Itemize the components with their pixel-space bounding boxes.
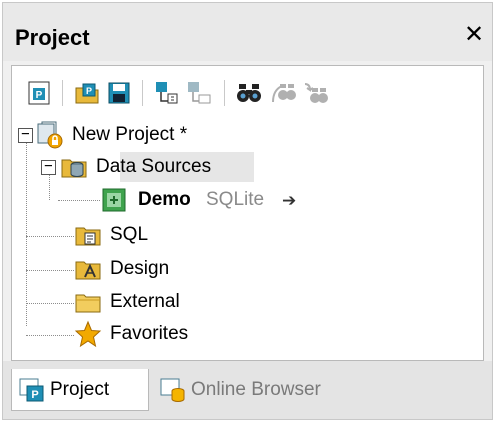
project-tree: − New Project * − Data Sources Demo SQLi… [12, 116, 483, 356]
replace-icon[interactable] [302, 80, 328, 106]
database-connection-icon [100, 186, 128, 214]
collapse-icon[interactable]: − [41, 159, 56, 175]
data-folder-icon [60, 153, 88, 181]
go-to-connection-icon[interactable]: ➔ [282, 191, 296, 211]
find-icon[interactable] [236, 80, 262, 106]
tree-label-external: External [110, 291, 180, 312]
tab-online-browser[interactable]: Online Browser [153, 369, 373, 411]
tree-node-design[interactable]: Design [12, 253, 482, 285]
tab-label-online-browser: Online Browser [191, 379, 321, 400]
tree-node-demo[interactable]: Demo SQLite ➔ [12, 184, 482, 216]
tree-node-root[interactable]: − New Project * [12, 120, 482, 152]
open-project-icon[interactable]: P [74, 80, 100, 106]
new-project-icon[interactable]: P [26, 80, 52, 106]
panel-titlebar: Project ✕ [3, 3, 492, 61]
tree-node-favorites[interactable]: Favorites [12, 318, 482, 350]
tree-label-demo: Demo [138, 189, 191, 210]
find-next-icon[interactable] [270, 80, 296, 106]
project-icon [36, 121, 64, 149]
project-tree-area: P P − New Project * − Data Sources Demo … [11, 65, 484, 361]
panel-tabs: P Project Online Browser [3, 361, 492, 419]
folder-icon [74, 288, 102, 316]
project-panel: Project ✕ P P − New Project * − Data Sou… [2, 2, 493, 420]
tree-label-data-sources: Data Sources [96, 156, 212, 177]
save-project-icon[interactable] [106, 80, 132, 106]
tree-sublabel-demo: SQLite [206, 189, 265, 210]
tree-label-design: Design [110, 258, 170, 279]
svg-text:P: P [36, 90, 43, 101]
sql-folder-icon [74, 221, 102, 249]
tree-label-sql: SQL [110, 224, 149, 245]
toolbar-separator [224, 80, 225, 106]
toolbar-separator [62, 80, 63, 106]
add-folder-icon[interactable] [186, 80, 212, 106]
collapse-icon[interactable]: − [18, 127, 33, 143]
tree-node-external[interactable]: External [12, 286, 482, 318]
tree-node-sql[interactable]: SQL [12, 219, 482, 251]
svg-text:P: P [86, 86, 92, 96]
svg-text:P: P [31, 389, 38, 401]
tab-project[interactable]: P Project [11, 369, 149, 411]
close-icon[interactable]: ✕ [462, 21, 486, 49]
online-browser-icon [159, 376, 187, 404]
toolbar-separator [142, 80, 143, 106]
tab-label-project: Project [50, 379, 110, 400]
project-tab-icon: P [18, 376, 46, 404]
tree-label-favorites: Favorites [110, 323, 189, 344]
toolbar: P P [18, 70, 478, 114]
tree-node-data-sources[interactable]: − Data Sources [12, 152, 482, 184]
star-icon [74, 320, 102, 348]
add-files-icon[interactable] [154, 80, 180, 106]
design-folder-icon [74, 255, 102, 283]
panel-title: Project [15, 25, 90, 50]
tree-label-root: New Project * [72, 124, 188, 145]
